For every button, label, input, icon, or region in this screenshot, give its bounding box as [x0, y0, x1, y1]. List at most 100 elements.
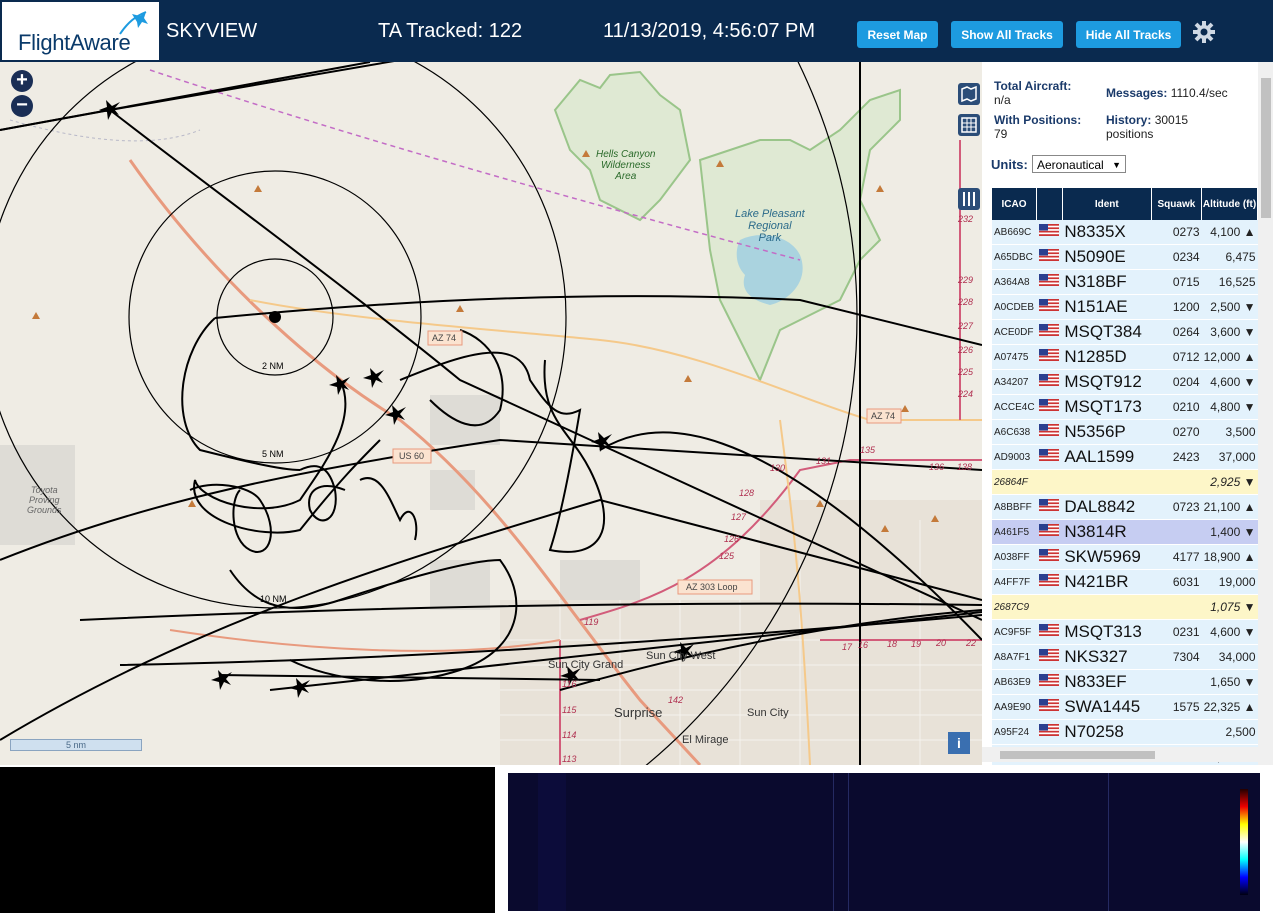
panel-scroll-thumb[interactable]	[1261, 78, 1271, 218]
altitude-cell: 1,400 ▼	[1201, 519, 1258, 545]
aircraft-row[interactable]: A65DBC N5090E 0234 6,475	[992, 244, 1258, 270]
range-5nm-label: 5 NM	[262, 449, 284, 459]
column-header-icao[interactable]: ICAO	[992, 188, 1038, 220]
aircraft-row[interactable]: 2687C9 1,075 ▼	[992, 594, 1258, 620]
ident-cell	[1062, 469, 1152, 495]
hells-canyon-label: Hells Canyon Wilderness Area	[596, 149, 656, 182]
aircraft-row[interactable]: AD9003 AAL1599 2423 37,000	[992, 444, 1258, 470]
route-number: 128	[739, 488, 755, 498]
route-number: 22	[966, 638, 977, 648]
us-flag-icon	[1036, 344, 1063, 370]
spectrum-line	[848, 773, 849, 911]
aircraft-row[interactable]: A8BBFF DAL8842 0723 21,100 ▲	[992, 494, 1258, 520]
aircraft-row[interactable]: ACCE4C MSQT173 0210 4,800 ▼	[992, 394, 1258, 420]
aircraft-row[interactable]: A364A8 N318BF 0715 16,525	[992, 269, 1258, 295]
map-canvas	[0, 62, 982, 765]
squawk-cell: 4177	[1151, 544, 1202, 570]
aircraft-row[interactable]: A95F24 N70258 2,500	[992, 719, 1258, 745]
aircraft-row[interactable]: AA9E90 SWA1445 1575 22,325 ▲	[992, 694, 1258, 720]
map-view[interactable]: Hells Canyon Wilderness Area Lake Pleasa…	[0, 62, 982, 765]
route-number: 136	[929, 462, 945, 472]
us-flag-icon	[1036, 220, 1063, 245]
hide-all-tracks-button[interactable]: Hide All Tracks	[1076, 21, 1181, 48]
range-10nm-label: 10 NM	[260, 594, 287, 604]
ident-cell: MSQT173	[1062, 394, 1152, 420]
column-header-altitude[interactable]: Altitude (ft)	[1201, 188, 1258, 220]
ident-cell: N151AE	[1062, 294, 1152, 320]
altitude-cell: 1,075 ▼	[1201, 594, 1258, 620]
altitude-cell: 2,925 ▼	[1201, 469, 1258, 495]
aircraft-row[interactable]: AB669C N8335X 0273 4,100 ▲	[992, 220, 1258, 245]
icao-cell: AC9F5F	[992, 619, 1037, 645]
squawk-cell: 0264	[1151, 319, 1202, 345]
us-flag-icon	[1036, 594, 1063, 620]
squawk-cell: 0715	[1151, 269, 1202, 295]
us-flag-icon	[1036, 569, 1063, 595]
aircraft-row[interactable]: ACE0DF MSQT384 0264 3,600 ▼	[992, 319, 1258, 345]
zoom-out-button[interactable]: −	[11, 95, 33, 117]
aircraft-row[interactable]: A6C638 N5356P 0270 3,500	[992, 419, 1258, 445]
columns-toggle-icon[interactable]	[958, 188, 980, 210]
messages-value: 1110.4/sec	[1170, 86, 1228, 100]
show-all-tracks-button[interactable]: Show All Tracks	[951, 21, 1063, 48]
ident-cell: NKS327	[1062, 644, 1152, 670]
route-number: 115	[562, 705, 577, 715]
app-title: SKYVIEW	[166, 20, 258, 42]
column-header-ident[interactable]: Ident	[1062, 188, 1152, 220]
squawk-cell: 2423	[1151, 444, 1202, 470]
altitude-cell: 21,100 ▲	[1201, 494, 1258, 520]
ident-cell: DAL8842	[1062, 494, 1152, 520]
aircraft-row[interactable]: A0CDEB N151AE 1200 2,500 ▼	[992, 294, 1258, 320]
aircraft-row[interactable]: A4FF7F N421BR 6031 19,000	[992, 569, 1258, 595]
aircraft-row[interactable]: AB63E9 N833EF 1,650 ▼	[992, 669, 1258, 695]
zoom-in-button[interactable]: +	[11, 70, 33, 92]
hells-canyon-area	[553, 70, 692, 222]
icao-cell: ACCE4C	[992, 394, 1037, 420]
aircraft-row[interactable]: AC9F5F MSQT313 0231 4,600 ▼	[992, 619, 1258, 645]
history-stat: History: 30015 positions	[1106, 113, 1188, 141]
map-layers-icon[interactable]	[958, 83, 980, 105]
route-number: 113	[562, 754, 577, 764]
settings-gear-icon[interactable]	[1192, 20, 1216, 44]
current-datetime: 11/13/2019, 4:56:07 PM	[603, 20, 816, 42]
squawk-cell: 0231	[1151, 619, 1202, 645]
us-flag-icon	[1036, 719, 1063, 745]
squawk-cell	[1151, 469, 1202, 495]
route-number: 16	[858, 640, 869, 650]
icao-cell: A0CDEB	[992, 294, 1037, 320]
aircraft-row[interactable]: A461F5 N3814R 1,400 ▼	[992, 519, 1258, 545]
ident-cell: N8335X	[1062, 220, 1152, 245]
info-button[interactable]: i	[948, 732, 970, 754]
icao-cell: A8A7F1	[992, 644, 1037, 670]
aircraft-row[interactable]: A8A7F1 NKS327 7304 34,000	[992, 644, 1258, 670]
aircraft-row[interactable]: A038FF SKW5969 4177 18,900 ▲	[992, 544, 1258, 570]
history-value: 30015	[1154, 113, 1189, 127]
header-bar: FlightAware SKYVIEW TA Tracked: 122 11/1…	[0, 0, 1273, 62]
squawk-cell: 0204	[1151, 369, 1202, 395]
route-number: 119	[584, 617, 599, 627]
reset-map-button[interactable]: Reset Map	[857, 21, 938, 48]
total-aircraft-value: n/a	[994, 93, 1011, 107]
spectrum-band	[538, 773, 566, 911]
flightaware-logo[interactable]: FlightAware	[2, 2, 159, 60]
aircraft-row[interactable]: A34207 MSQT912 0204 4,600 ▼	[992, 369, 1258, 395]
units-select[interactable]: Aeronautical ▼	[1032, 155, 1126, 173]
grid-icon[interactable]	[958, 114, 980, 136]
with-positions-stat: With Positions: 79	[994, 113, 1081, 141]
ident-cell: N1285D	[1062, 344, 1152, 370]
column-header-squawk[interactable]: Squawk	[1151, 188, 1203, 220]
altitude-cell: 2,500	[1201, 719, 1258, 745]
us-flag-icon	[1036, 294, 1063, 320]
icao-cell: A461F5	[992, 519, 1037, 545]
sun-city-west-label: Sun City West	[646, 650, 716, 662]
squawk-cell: 1200	[1151, 294, 1202, 320]
icao-cell: 2687C9	[992, 594, 1037, 620]
panel-horizontal-thumb[interactable]	[1000, 751, 1155, 759]
us-flag-icon	[1036, 494, 1063, 520]
squawk-cell: 1575	[1151, 694, 1202, 720]
sun-city-grand-label: Sun City Grand	[548, 659, 624, 671]
altitude-cell: 16,525	[1201, 269, 1258, 295]
us60-label: US 60	[399, 451, 425, 461]
aircraft-row[interactable]: A07475 N1285D 0712 12,000 ▲	[992, 344, 1258, 370]
aircraft-row[interactable]: 26864F 2,925 ▼	[992, 469, 1258, 495]
